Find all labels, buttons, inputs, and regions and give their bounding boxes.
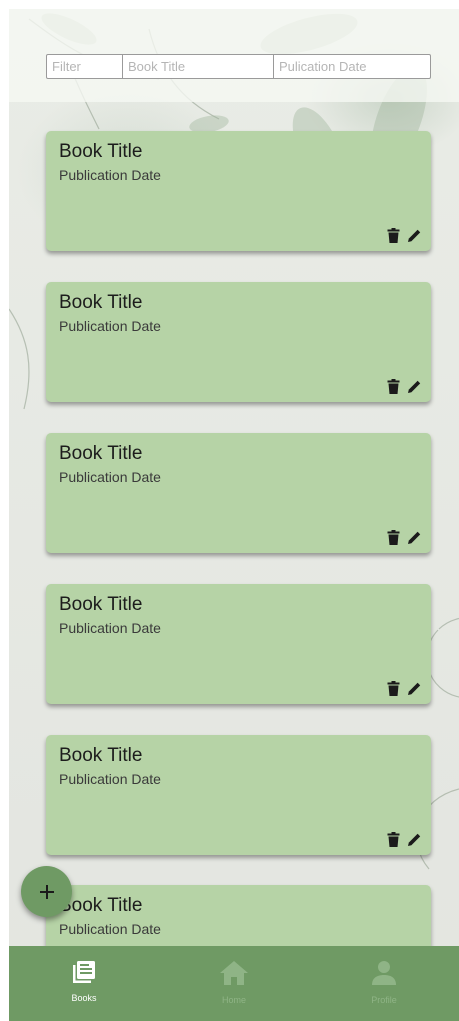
edit-button[interactable] bbox=[406, 378, 423, 395]
delete-button[interactable] bbox=[385, 529, 402, 546]
trash-icon bbox=[387, 832, 400, 847]
book-title: Book Title bbox=[59, 745, 143, 766]
delete-button[interactable] bbox=[385, 680, 402, 697]
nav-item-home[interactable]: Home bbox=[159, 946, 309, 1021]
pencil-icon bbox=[408, 229, 421, 242]
delete-button[interactable] bbox=[385, 378, 402, 395]
book-title: Book Title bbox=[59, 895, 143, 916]
book-publication-date: Publication Date bbox=[59, 771, 161, 787]
book-title: Book Title bbox=[59, 141, 143, 162]
bottom-nav: Books Home Profile bbox=[9, 946, 459, 1021]
nav-label-profile: Profile bbox=[371, 995, 397, 1005]
edit-button[interactable] bbox=[406, 227, 423, 244]
book-card[interactable]: Book Title Publication Date bbox=[46, 282, 431, 402]
nav-item-books[interactable]: Books bbox=[9, 946, 159, 1021]
nav-item-profile[interactable]: Profile bbox=[309, 946, 459, 1021]
book-publication-date: Publication Date bbox=[59, 167, 161, 183]
card-actions bbox=[385, 378, 423, 395]
add-book-button[interactable] bbox=[21, 866, 72, 917]
nav-label-home: Home bbox=[221, 995, 246, 1005]
pencil-icon bbox=[408, 833, 421, 846]
book-publication-date: Publication Date bbox=[59, 318, 161, 334]
book-card[interactable]: Book Title Publication Date bbox=[46, 584, 431, 704]
edit-button[interactable] bbox=[406, 529, 423, 546]
edit-button[interactable] bbox=[406, 831, 423, 848]
trash-icon bbox=[387, 681, 400, 696]
person-icon bbox=[372, 961, 396, 985]
card-actions bbox=[385, 529, 423, 546]
card-actions bbox=[385, 680, 423, 697]
book-title-filter-input[interactable] bbox=[123, 55, 274, 78]
publication-date-filter-input[interactable] bbox=[274, 55, 430, 78]
nav-label-books: Books bbox=[71, 993, 97, 1003]
book-publication-date: Publication Date bbox=[59, 469, 161, 485]
plus-icon bbox=[39, 884, 54, 899]
card-actions bbox=[385, 227, 423, 244]
book-title: Book Title bbox=[59, 594, 143, 615]
delete-button[interactable] bbox=[385, 227, 402, 244]
card-actions bbox=[385, 831, 423, 848]
filter-bar bbox=[46, 54, 431, 79]
app-screen: Book Title Publication Date Book Title P… bbox=[9, 9, 459, 1021]
delete-button[interactable] bbox=[385, 831, 402, 848]
pencil-icon bbox=[408, 682, 421, 695]
book-publication-date: Publication Date bbox=[59, 921, 161, 937]
home-icon bbox=[220, 961, 248, 985]
trash-icon bbox=[387, 228, 400, 243]
book-publication-date: Publication Date bbox=[59, 620, 161, 636]
book-title: Book Title bbox=[59, 443, 143, 464]
pencil-icon bbox=[408, 531, 421, 544]
edit-button[interactable] bbox=[406, 680, 423, 697]
filter-input[interactable] bbox=[47, 55, 123, 78]
pencil-icon bbox=[408, 380, 421, 393]
books-icon bbox=[73, 961, 95, 983]
book-card[interactable]: Book Title Publication Date bbox=[46, 433, 431, 553]
trash-icon bbox=[387, 379, 400, 394]
book-card[interactable]: Book Title Publication Date bbox=[46, 735, 431, 855]
book-title: Book Title bbox=[59, 292, 143, 313]
book-card[interactable]: Book Title Publication Date bbox=[46, 131, 431, 251]
trash-icon bbox=[387, 530, 400, 545]
